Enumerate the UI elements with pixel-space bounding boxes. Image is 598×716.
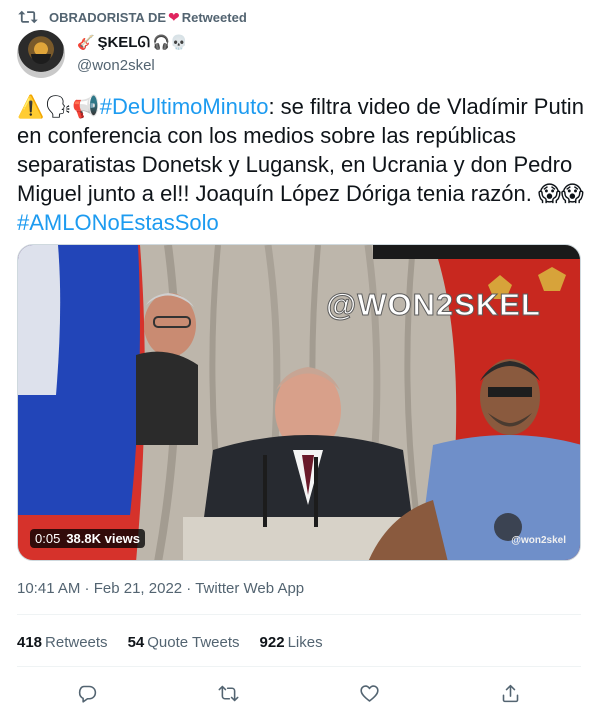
author-handle[interactable]: @won2skel [77, 57, 188, 74]
share-icon [502, 684, 518, 702]
tweet-time[interactable]: 10:41 AM [17, 580, 80, 597]
retweet-icon [18, 10, 38, 24]
quote-tweets-stat[interactable]: 54 Quote Tweets [128, 634, 240, 651]
retweets-label: Retweets [45, 634, 108, 651]
retweet-icon [218, 685, 238, 701]
likes-stat[interactable]: 922 Likes [260, 634, 323, 651]
display-name-text[interactable]: ŞKELᘏ [97, 34, 149, 51]
tweet-text: ⚠️🗣📢#DeUltimoMinuto: se filtra video de … [17, 92, 587, 237]
retweets-count: 418 [17, 634, 43, 651]
reply-icon [78, 685, 96, 703]
video-time: 0:05 [35, 531, 61, 546]
retweets-stat[interactable]: 418 Retweets [17, 634, 108, 651]
warning-emojis: ⚠️🗣📢 [17, 94, 100, 119]
video-player[interactable]: @WON2SKEL @won2skel 0:05 38.8K views [17, 244, 581, 561]
meta-separator: · [80, 580, 94, 597]
tweet-meta: 10:41 AM · Feb 21, 2022 · Twitter Web Ap… [17, 580, 304, 597]
headphones-skull-icon: 🎧💀 [152, 34, 188, 50]
meta-separator-2: · [182, 580, 196, 597]
retweeter-name[interactable]: OBRADORISTA DE [49, 10, 166, 25]
guitar-icon: 🎸 [77, 34, 95, 50]
reply-button[interactable] [71, 678, 103, 708]
retweet-button[interactable] [212, 678, 244, 708]
tweet-actions [0, 678, 598, 708]
divider [17, 666, 581, 667]
corner-watermark: @won2skel [511, 535, 566, 546]
tweet-stats: 418 Retweets 54 Quote Tweets 922 Likes [17, 634, 323, 651]
tweet-date[interactable]: Feb 21, 2022 [94, 580, 182, 597]
video-info-badge: 0:05 38.8K views [30, 529, 146, 548]
like-button[interactable] [353, 678, 385, 708]
heart-icon: ❤ [168, 8, 180, 25]
scream-emojis: 😱😱 [538, 181, 584, 206]
like-icon [359, 684, 379, 702]
quotes-label: Quote Tweets [147, 634, 240, 651]
video-watermark: @WON2SKEL [326, 287, 541, 323]
display-name[interactable]: 🎸 ŞKELᘏ 🎧💀 [77, 34, 188, 51]
retweet-header[interactable]: OBRADORISTA DE ❤ Retweeted [17, 7, 247, 27]
likes-count: 922 [259, 634, 285, 651]
likes-label: Likes [287, 634, 323, 651]
tweet-source[interactable]: Twitter Web App [195, 580, 304, 597]
share-button[interactable] [494, 678, 526, 708]
hashtag-deultimominuto[interactable]: #DeUltimoMinuto [100, 94, 269, 119]
quotes-count: 54 [127, 634, 145, 651]
avatar[interactable] [17, 30, 65, 78]
divider [17, 614, 581, 615]
hashtag-amlonoestassolo[interactable]: #AMLONoEstasSolo [17, 210, 219, 235]
video-views: 38.8K views [66, 531, 141, 546]
retweeted-label: Retweeted [181, 9, 247, 25]
tweet-author[interactable]: 🎸 ŞKELᘏ 🎧💀 @won2skel [17, 30, 188, 78]
